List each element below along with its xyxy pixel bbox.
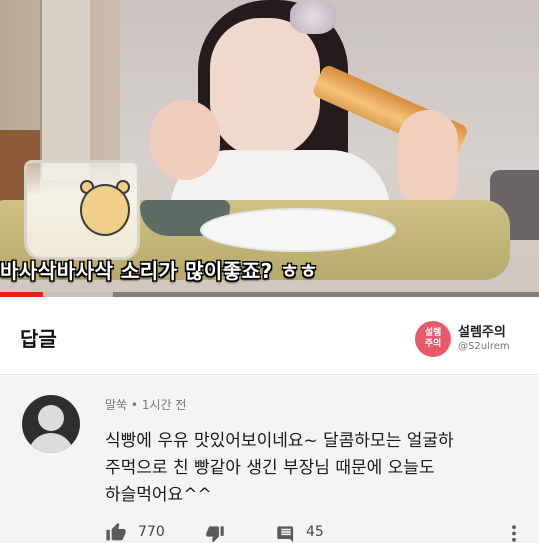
comment-icon[interactable] [275,524,297,543]
channel-handle: @S2ulrem [458,341,510,352]
more-vert-icon[interactable] [510,524,518,543]
bear-print [80,184,130,236]
comment-author[interactable]: 말쑥 [105,398,127,412]
channel-logo[interactable]: 설렘 주의 [415,321,451,357]
comment-meta: 말쑥 • 1시간 전 [105,396,186,413]
meta-separator: • [130,398,138,412]
girl-face [210,18,320,158]
comment-text: 식빵에 우유 맛있어보이네요~ 달콤하모는 얼굴하 주먹으로 친 빵같아 생긴 … [105,428,515,509]
video-caption: 바사삭바사삭 소리가 많이좋죠? ㅎㅎ [0,259,318,283]
girl-hand-left [150,100,220,180]
comment-time: 1시간 전 [141,398,187,412]
plate [200,208,396,252]
comment-line: 하슬먹어요^^ [105,485,212,505]
thumbs-up-icon[interactable] [105,522,127,543]
comment: 말쑥 • 1시간 전 식빵에 우유 맛있어보이네요~ 달콤하모는 얼굴하 주먹으… [0,376,539,543]
like-count: 770 [138,524,165,540]
video-player[interactable]: 바사삭바사삭 소리가 많이좋죠? ㅎㅎ [0,0,539,297]
avatar-head [38,405,64,431]
thumbs-down-icon[interactable] [204,524,226,543]
channel-name[interactable]: 설렘주의 [458,321,506,340]
reply-header: 답글 설렘 주의 설렘주의 @S2ulrem [0,297,539,375]
girl-hand-right [398,110,458,210]
comment-line: 식빵에 우유 맛있어보이네요~ 달콤하모는 얼굴하 [105,431,454,451]
reply-title: 답글 [20,327,57,351]
reply-count: 45 [306,524,324,540]
background-door [40,0,90,180]
comment-line: 주먹으로 친 빵같아 생긴 부장님 때문에 오늘도 [105,458,435,478]
channel-logo-text: 설렘 주의 [424,328,442,349]
comment-actions: 770 45 [0,522,539,543]
avatar[interactable] [22,395,80,453]
hair-bow [290,0,336,34]
avatar-body [28,433,74,453]
